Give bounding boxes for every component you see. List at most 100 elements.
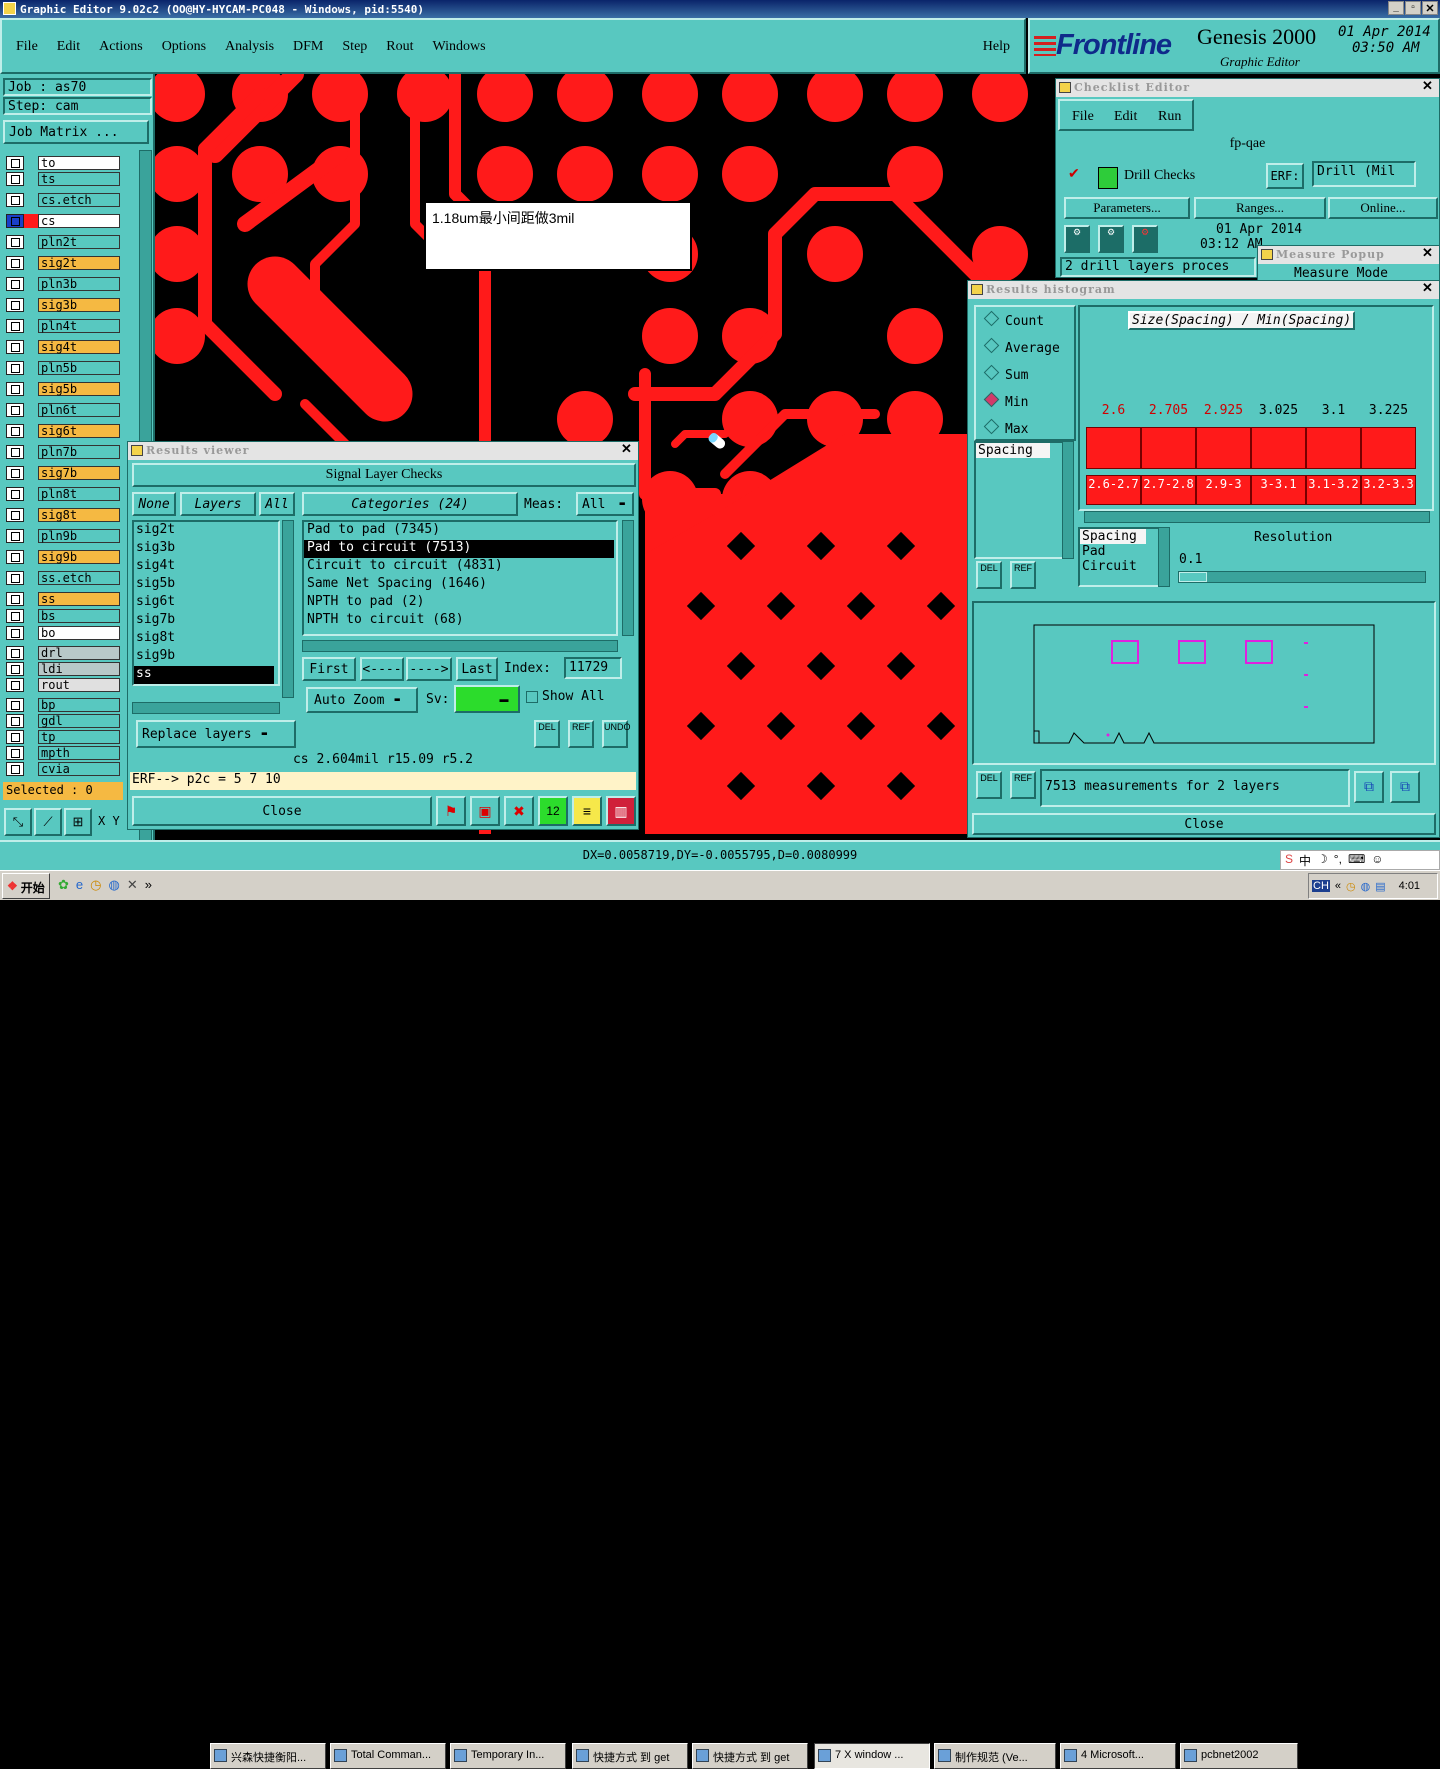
layer-row[interactable]: ts [6, 172, 120, 186]
maximize-button[interactable]: ▫ [1405, 1, 1421, 15]
run-all-icon[interactable]: ⚙ [1098, 225, 1124, 253]
layer-name[interactable]: mpth [38, 746, 120, 760]
viewer-del-icon[interactable]: DEL [534, 720, 560, 748]
checklist-menu-file[interactable]: File [1072, 109, 1094, 125]
layer-row[interactable]: sig8t [6, 508, 120, 522]
layer-toggle[interactable] [6, 340, 24, 354]
layer-row[interactable]: sig5b [6, 382, 120, 396]
viewer-undo-icon[interactable]: UNDO [602, 720, 631, 748]
job-matrix-button[interactable]: Job Matrix ... [3, 120, 149, 144]
histogram-bar[interactable] [1361, 427, 1416, 469]
preview-ref-icon[interactable]: REF [1010, 771, 1036, 799]
layer-row[interactable]: mpth [6, 746, 120, 760]
aggregate-option-min[interactable]: Min [986, 394, 1028, 410]
layer-row[interactable]: pln7b [6, 445, 120, 459]
check-category-item[interactable]: Circuit to circuit (4831) [304, 558, 616, 576]
layer-name[interactable]: cvia [38, 762, 120, 776]
layer-toggle[interactable] [6, 714, 24, 728]
layer-row[interactable]: cs [6, 214, 120, 228]
viewer-layer-item[interactable]: sig4t [134, 558, 278, 576]
histogram-bar[interactable] [1251, 427, 1306, 469]
layer-toggle[interactable] [6, 193, 24, 207]
report-icon[interactable]: ⧉ [1390, 771, 1420, 803]
export-icon[interactable]: ⧉ [1354, 771, 1384, 803]
menu-item-file[interactable]: File [16, 39, 38, 55]
viewer-ref-icon[interactable]: REF [568, 720, 594, 748]
layer-row[interactable]: sig3b [6, 298, 120, 312]
checks-list-hscroll[interactable] [302, 640, 618, 652]
taskbar-item[interactable]: 兴森快捷衡阳... [210, 1743, 326, 1769]
layer-name[interactable]: pln3b [38, 277, 120, 291]
list2-item-circuit[interactable]: Circuit [1080, 559, 1158, 574]
close-button[interactable]: ✕ [1422, 1, 1438, 15]
layer-toggle[interactable] [6, 571, 24, 585]
layer-toggle[interactable] [6, 609, 24, 623]
viewer-layer-item[interactable]: sig9b [134, 648, 278, 666]
tray-icon-1[interactable]: ◷ [1346, 880, 1356, 893]
tray-collapse-icon[interactable]: « [1335, 880, 1341, 892]
menu-item-windows[interactable]: Windows [433, 39, 486, 55]
layer-name[interactable]: bs [38, 609, 120, 623]
stop-icon[interactable]: ⚙ [1132, 225, 1158, 253]
list1-item[interactable]: Spacing [976, 443, 1050, 458]
list1-scrollbar[interactable] [1062, 441, 1074, 559]
layer-toggle[interactable] [6, 256, 24, 270]
layer-toggle[interactable] [6, 319, 24, 333]
zoom-icon[interactable]: ▣ [470, 796, 500, 826]
layer-toggle[interactable] [6, 730, 24, 744]
layer-name[interactable]: pln2t [38, 235, 120, 249]
ime-icon[interactable]: S [1285, 852, 1293, 868]
menu-item-actions[interactable]: Actions [99, 39, 143, 55]
layer-toggle[interactable] [6, 156, 24, 170]
histogram-scrollbar[interactable] [1084, 511, 1430, 523]
layer-name[interactable]: pln8t [38, 487, 120, 501]
layer-row[interactable]: sig7b [6, 466, 120, 480]
aggregate-option-average[interactable]: Average [986, 340, 1060, 356]
layer-name[interactable]: sig9b [38, 550, 120, 564]
layer-name[interactable]: pln6t [38, 403, 120, 417]
layer-name[interactable]: sig3b [38, 298, 120, 312]
notes-icon[interactable]: ≡ [572, 796, 602, 826]
people-icon[interactable]: ✿ [58, 877, 69, 893]
layer-name[interactable]: sig2t [38, 256, 120, 270]
grid-tool-icon[interactable]: ⊞ [64, 808, 92, 836]
layer-toggle[interactable] [6, 746, 24, 760]
layer-row[interactable]: sig6t [6, 424, 120, 438]
layer-row[interactable]: sig4t [6, 340, 120, 354]
ranges-button[interactable]: Ranges... [1194, 197, 1326, 219]
layer-name[interactable]: cs.etch [38, 193, 120, 207]
next-button[interactable]: ----> [406, 657, 452, 681]
check-category-item[interactable]: NPTH to circuit (68) [304, 612, 616, 630]
layer-toggle[interactable] [6, 466, 24, 480]
layer-name[interactable]: ts [38, 172, 120, 186]
first-button[interactable]: First [302, 657, 356, 681]
histogram-icon[interactable]: ▥ [606, 796, 636, 826]
taskbar-item[interactable]: Temporary In... [450, 1743, 566, 1769]
viewer-close-button[interactable]: Close [132, 796, 432, 826]
taskbar-item[interactable]: pcbnet2002 [1180, 1743, 1298, 1769]
snap-tool-icon[interactable]: ⟋ [34, 808, 62, 836]
taskbar-item[interactable]: 4 Microsoft... [1060, 1743, 1176, 1769]
ime-mode[interactable]: 中 [1299, 852, 1311, 868]
layers-list-scrollbar[interactable] [282, 520, 294, 698]
resolution-slider-thumb[interactable] [1179, 572, 1207, 582]
layer-toggle[interactable] [6, 298, 24, 312]
check-category-item[interactable]: Pad to circuit (7513) [304, 540, 614, 558]
preview-del-icon[interactable]: DEL [976, 771, 1002, 799]
layer-toggle[interactable] [6, 403, 24, 417]
layer-name[interactable]: sig5b [38, 382, 120, 396]
layer-name[interactable]: cs [38, 214, 120, 228]
auto-zoom-select[interactable]: Auto Zoom ▬ [306, 687, 418, 713]
layer-toggle[interactable] [6, 487, 24, 501]
histogram-bar[interactable] [1306, 427, 1361, 469]
none-button[interactable]: None [132, 492, 176, 516]
layer-row[interactable]: pln8t [6, 487, 120, 501]
parameters-button[interactable]: Parameters... [1064, 197, 1190, 219]
histogram-ref-icon[interactable]: REF [1010, 561, 1036, 589]
layer-toggle[interactable] [6, 277, 24, 291]
run-icon[interactable]: ⚙ [1064, 225, 1090, 253]
categories-button[interactable]: Categories (24) [302, 492, 518, 516]
checklist-menu-edit[interactable]: Edit [1114, 109, 1137, 125]
layer-row[interactable]: pln2t [6, 235, 120, 249]
list2-item-pad[interactable]: Pad [1080, 544, 1158, 559]
